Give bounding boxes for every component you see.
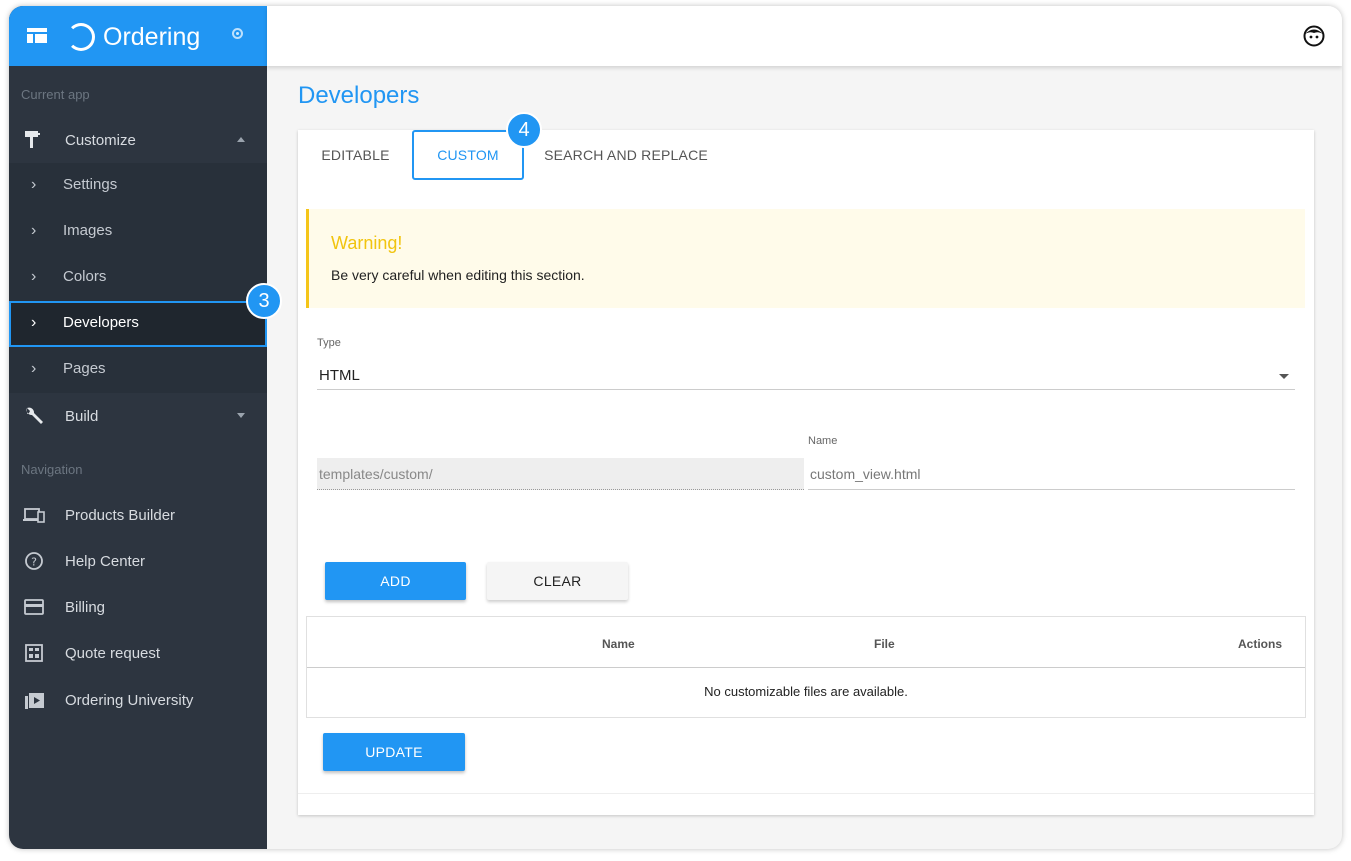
clear-button[interactable]: CLEAR: [487, 562, 628, 600]
sidebar-item-label: Customize: [65, 131, 136, 149]
sidebar-item-help-center[interactable]: ? Help Center: [9, 538, 267, 584]
ordering-logo-icon: [67, 23, 95, 51]
table-empty-message: No customizable files are available.: [704, 684, 908, 699]
paint-roller-icon: [25, 131, 40, 148]
sidebar: Ordering Current app Customize › Setting…: [9, 6, 267, 849]
card-footer-divider: [298, 793, 1314, 794]
name-label: Name: [808, 435, 838, 447]
top-bar: [267, 6, 1342, 66]
step-3-badge: 3: [246, 283, 282, 319]
chevron-right-icon: ›: [31, 268, 37, 285]
sidebar-item-label: Developers: [63, 314, 139, 331]
table-header-divider: [307, 667, 1305, 668]
sidebar-item-ordering-university[interactable]: Ordering University: [9, 677, 267, 723]
chevron-right-icon: ›: [31, 314, 37, 331]
developers-card: EDITABLE CUSTOM SEARCH AND REPLACE Warni…: [298, 130, 1314, 815]
tab-search-and-replace[interactable]: SEARCH AND REPLACE: [541, 130, 711, 180]
sidebar-item-label: Billing: [65, 598, 106, 616]
brand-name: Ordering: [103, 23, 201, 51]
layout-icon[interactable]: [27, 28, 47, 43]
chevron-right-icon: ›: [31, 360, 37, 377]
user-avatar-icon[interactable]: [1303, 25, 1325, 47]
app-window: Ordering Current app Customize › Setting…: [9, 6, 1342, 849]
warning-box: Warning! Be very careful when editing th…: [306, 209, 1305, 308]
warning-title: Warning!: [331, 233, 403, 253]
sidebar-item-label: Products Builder: [65, 506, 176, 524]
chevron-right-icon: ›: [31, 176, 37, 193]
sidebar-item-colors[interactable]: › Colors: [9, 255, 267, 301]
sidebar-item-developers[interactable]: › Developers: [9, 301, 267, 347]
sidebar-item-label: Ordering University: [65, 691, 194, 709]
video-library-icon: [25, 693, 44, 709]
files-table: Name File Actions No customizable files …: [306, 616, 1306, 718]
sidebar-item-customize[interactable]: Customize: [9, 117, 267, 163]
status-dot-icon[interactable]: [232, 28, 243, 39]
help-circle-icon: ?: [25, 552, 43, 570]
sidebar-item-billing[interactable]: Billing: [9, 584, 267, 630]
sidebar-item-pages[interactable]: › Pages: [9, 347, 267, 393]
type-select-value: HTML: [319, 367, 360, 384]
sidebar-item-label: Quote request: [65, 644, 161, 662]
svg-text:?: ?: [31, 556, 37, 569]
step-4-badge: 4: [506, 112, 542, 148]
type-label: Type: [317, 337, 341, 349]
page-title: Developers: [298, 82, 420, 109]
add-button[interactable]: ADD: [325, 562, 466, 600]
table-header-actions: Actions: [1238, 637, 1283, 651]
current-app-label: Current app: [21, 87, 90, 102]
devices-icon: [23, 508, 45, 523]
sidebar-item-label: Settings: [63, 176, 118, 193]
sidebar-item-label: Pages: [63, 360, 106, 377]
sidebar-item-label: Images: [63, 222, 113, 239]
sidebar-item-products-builder[interactable]: Products Builder: [9, 492, 267, 538]
warning-text: Be very careful when editing this sectio…: [331, 267, 585, 283]
sidebar-item-quote-request[interactable]: Quote request: [9, 630, 267, 676]
chevron-up-icon: [237, 137, 245, 142]
type-select[interactable]: HTML: [317, 362, 1295, 390]
chevron-right-icon: ›: [31, 222, 37, 239]
table-header-name: Name: [602, 637, 635, 651]
credit-card-icon: [24, 599, 44, 615]
brand-bar: Ordering: [9, 6, 267, 66]
calculator-icon: [25, 644, 43, 662]
sidebar-item-label: Build: [65, 407, 99, 425]
sidebar-item-settings[interactable]: › Settings: [9, 163, 267, 209]
name-input[interactable]: custom_view.html: [808, 458, 1295, 490]
path-prefix-field: templates/custom/: [317, 458, 804, 490]
update-button[interactable]: UPDATE: [323, 733, 465, 771]
wrench-icon: [26, 407, 43, 424]
tab-editable[interactable]: EDITABLE: [313, 130, 398, 180]
sidebar-item-build[interactable]: Build: [9, 393, 267, 439]
chevron-down-icon: [237, 413, 245, 418]
dropdown-arrow-icon: [1279, 374, 1289, 379]
sidebar-item-label: Colors: [63, 268, 107, 285]
table-header-file: File: [874, 637, 895, 651]
navigation-label: Navigation: [21, 462, 83, 477]
sidebar-item-label: Help Center: [65, 552, 146, 570]
sidebar-item-images[interactable]: › Images: [9, 209, 267, 255]
